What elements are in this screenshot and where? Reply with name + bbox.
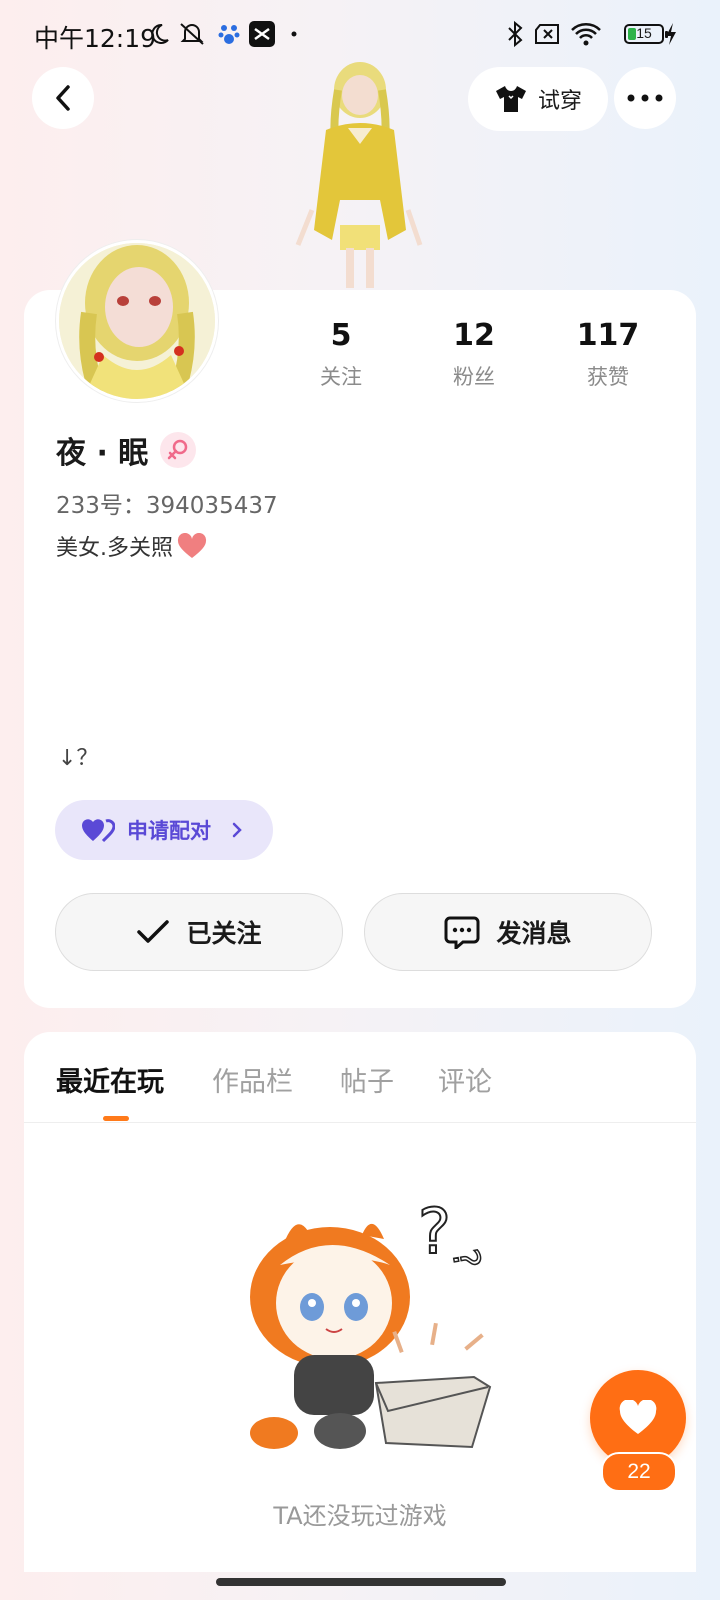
stat-label: 获赞 <box>587 365 629 389</box>
notification-dot-icon <box>290 20 298 48</box>
stat-label: 粉丝 <box>453 365 495 389</box>
heart-icon <box>619 1400 657 1434</box>
mute-bell-icon <box>178 20 206 48</box>
following-label: 已关注 <box>186 919 262 948</box>
active-tab-indicator <box>103 1116 129 1121</box>
stat-followers[interactable]: 12 粉丝 <box>414 318 534 391</box>
home-indicator[interactable] <box>216 1578 506 1586</box>
charging-icon <box>664 20 678 48</box>
more-dots-icon <box>627 94 663 102</box>
avatar[interactable] <box>56 240 218 402</box>
bluetooth-icon <box>505 20 525 48</box>
avatar-character-image <box>290 60 430 290</box>
stat-label: 关注 <box>320 365 362 389</box>
stat-value: 117 <box>576 318 640 353</box>
shirt-icon <box>495 86 526 112</box>
check-icon <box>137 920 170 943</box>
stat-value: 12 <box>453 318 495 353</box>
user-id: 233号：394035437 <box>56 493 278 519</box>
chat-bubble-icon <box>444 916 480 949</box>
more-button[interactable] <box>614 67 676 129</box>
no-sim-icon <box>534 20 562 48</box>
tab-comments[interactable]: 评论 <box>438 1060 492 1099</box>
profile-extra-line: ↓？ <box>58 746 99 771</box>
battery-level: 15 <box>636 25 652 41</box>
chevron-left-icon <box>56 85 70 111</box>
battery-indicator: 15 <box>624 24 668 44</box>
double-heart-icon <box>82 819 115 843</box>
request-match-button[interactable]: 申请配对 <box>55 800 273 860</box>
user-name: 夜 · 眠 <box>56 436 149 471</box>
paw-app-icon <box>218 20 240 48</box>
tab-works[interactable]: 作品栏 <box>212 1060 293 1099</box>
try-on-button[interactable]: 试穿 <box>468 67 608 131</box>
user-bio: 美女.多关照 <box>56 530 207 562</box>
following-button[interactable]: 已关注 <box>55 893 343 971</box>
female-gender-icon <box>160 432 197 468</box>
capcut-app-icon <box>249 20 275 48</box>
stat-likes[interactable]: 117 获赞 <box>548 318 668 391</box>
message-label: 发消息 <box>496 919 572 948</box>
wifi-icon <box>570 20 602 48</box>
back-button[interactable] <box>32 67 94 129</box>
match-label: 申请配对 <box>127 819 211 843</box>
tab-divider <box>24 1122 696 1123</box>
heart-emoji-icon <box>177 533 207 558</box>
try-on-label: 试穿 <box>537 89 582 114</box>
tab-posts[interactable]: 帖子 <box>340 1060 394 1099</box>
status-time: 中午12:19 <box>34 24 157 53</box>
profile-name-row: 夜 · 眠 <box>56 428 197 472</box>
like-count: 22 <box>601 1452 677 1492</box>
stat-following[interactable]: 5 关注 <box>281 318 401 391</box>
bio-text: 美女.多关照 <box>56 536 173 561</box>
moon-icon <box>147 20 171 48</box>
stat-value: 5 <box>330 318 352 353</box>
tab-recently-played[interactable]: 最近在玩 <box>56 1060 164 1099</box>
chevron-right-icon <box>232 822 242 838</box>
send-message-button[interactable]: 发消息 <box>364 893 652 971</box>
empty-state-illustration: ? ? <box>236 1194 508 1453</box>
empty-state-text: TA还没玩过游戏 <box>273 1502 447 1530</box>
